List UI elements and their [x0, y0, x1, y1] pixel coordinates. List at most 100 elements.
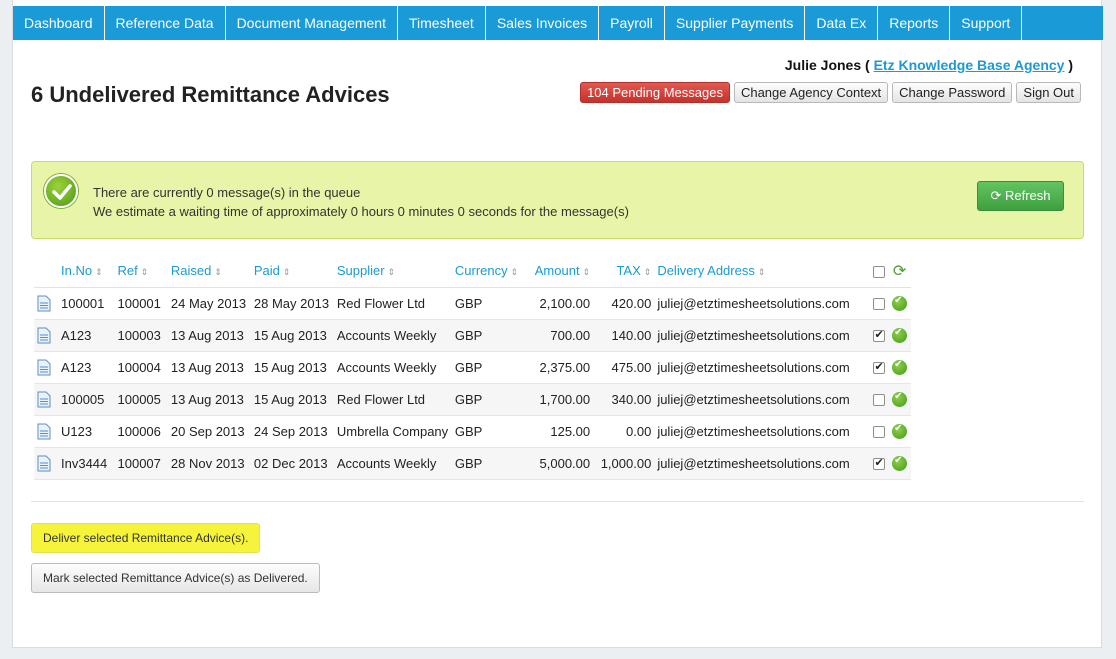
- nav-reference-data[interactable]: Reference Data: [105, 6, 226, 40]
- success-check-icon: [44, 174, 78, 208]
- page-container: Dashboard Reference Data Document Manage…: [12, 0, 1103, 648]
- document-icon[interactable]: [37, 423, 51, 440]
- header-actions: 104 Pending Messages Change Agency Conte…: [580, 82, 1081, 103]
- divider: [31, 501, 1084, 502]
- in-no-cell: A123: [58, 319, 115, 352]
- col-supplier[interactable]: Supplier ⇕: [333, 255, 452, 288]
- table-row: 100001 100001 24 May 2013 28 May 2013 Re…: [34, 287, 911, 320]
- tax-cell: 340.00: [593, 383, 655, 416]
- refresh-label: Refresh: [1005, 188, 1051, 203]
- currency-cell: GBP: [451, 383, 527, 416]
- col-tax[interactable]: TAX ⇕: [593, 255, 655, 288]
- in-no-cell: Inv3444: [58, 447, 115, 480]
- doc-cell: [34, 287, 58, 320]
- tax-cell: 475.00: [593, 351, 655, 384]
- table-header-row: In.No ⇕ Ref ⇕ Raised ⇕ Paid ⇕ Supplier ⇕ Curr…: [34, 255, 911, 288]
- select-cell: [868, 415, 889, 448]
- sign-out-button[interactable]: Sign Out: [1016, 82, 1081, 103]
- raised-cell: 20 Sep 2013: [167, 415, 251, 448]
- row-select-checkbox[interactable]: [872, 328, 885, 343]
- nav-timesheet[interactable]: Timesheet: [398, 6, 486, 40]
- document-icon[interactable]: [37, 391, 51, 408]
- nav-data-ex[interactable]: Data Ex: [805, 6, 879, 40]
- document-icon[interactable]: [37, 359, 51, 376]
- nav-reports[interactable]: Reports: [878, 6, 951, 40]
- paid-cell: 02 Dec 2013: [250, 447, 334, 480]
- mark-delivered-button[interactable]: Mark selected Remittance Advice(s) as De…: [31, 563, 320, 593]
- table-row: Inv3444 100007 28 Nov 2013 02 Dec 2013 A…: [34, 447, 911, 480]
- nav-payroll[interactable]: Payroll: [599, 6, 665, 40]
- select-all-checkbox-cell: [868, 255, 889, 288]
- delivered-check-icon: [892, 391, 908, 408]
- raised-cell: 13 Aug 2013: [167, 383, 251, 416]
- select-cell: [868, 351, 889, 384]
- col-raised[interactable]: Raised ⇕: [167, 255, 251, 288]
- status-cell: [888, 383, 911, 416]
- raised-cell: 13 Aug 2013: [167, 351, 251, 384]
- delivered-check-icon: [892, 423, 908, 440]
- queue-count-text: There are currently 0 message(s) in the …: [93, 185, 361, 200]
- status-cell: [888, 287, 911, 320]
- change-agency-context-button[interactable]: Change Agency Context: [733, 82, 889, 103]
- col-amount[interactable]: Amount ⇕: [526, 255, 594, 288]
- currency-cell: GBP: [451, 319, 527, 352]
- amount-cell: 125.00: [526, 415, 594, 448]
- queue-status-alert: There are currently 0 message(s) in the …: [31, 161, 1084, 239]
- queue-status-text: There are currently 0 message(s) in the …: [93, 183, 629, 221]
- row-select-checkbox[interactable]: [872, 426, 885, 439]
- amount-cell: 1,700.00: [526, 383, 594, 416]
- currency-cell: GBP: [451, 447, 527, 480]
- refresh-all-icon[interactable]: ⟳: [893, 261, 906, 280]
- row-select-checkbox[interactable]: [872, 456, 885, 471]
- amount-cell: 5,000.00: [526, 447, 594, 480]
- col-ref[interactable]: Ref ⇕: [114, 255, 168, 288]
- delivered-check-icon: [892, 295, 908, 312]
- ref-cell: 100006: [114, 415, 168, 448]
- nav-sales-invoices[interactable]: Sales Invoices: [486, 6, 600, 40]
- raised-cell: 24 May 2013: [167, 287, 251, 320]
- document-icon[interactable]: [37, 327, 51, 344]
- in-no-cell: U123: [58, 415, 115, 448]
- col-currency[interactable]: Currency ⇕: [451, 255, 527, 288]
- supplier-cell: Red Flower Ltd: [333, 287, 452, 320]
- nav-dashboard[interactable]: Dashboard: [13, 6, 105, 40]
- delivered-check-icon: [892, 359, 908, 376]
- nav-supplier-payments[interactable]: Supplier Payments: [665, 6, 806, 40]
- status-cell: [888, 415, 911, 448]
- row-select-checkbox[interactable]: [872, 298, 885, 311]
- col-in-no[interactable]: In.No ⇕: [58, 255, 115, 288]
- refresh-button[interactable]: ⟳ Refresh: [977, 181, 1064, 211]
- delivery-address-cell: juliej@etztimesheetsolutions.com: [654, 319, 869, 352]
- document-icon[interactable]: [37, 455, 51, 472]
- ref-cell: 100005: [114, 383, 168, 416]
- top-nav: Dashboard Reference Data Document Manage…: [13, 6, 1103, 40]
- ref-cell: 100001: [114, 287, 168, 320]
- tax-cell: 0.00: [593, 415, 655, 448]
- table-row: A123 100003 13 Aug 2013 15 Aug 2013 Acco…: [34, 319, 911, 352]
- nav-support[interactable]: Support: [950, 6, 1023, 40]
- col-icon: [34, 255, 58, 288]
- nav-document-management[interactable]: Document Management: [226, 6, 398, 40]
- pending-messages-button[interactable]: 104 Pending Messages: [580, 82, 730, 103]
- deliver-selected-button[interactable]: Deliver selected Remittance Advice(s).: [31, 523, 261, 553]
- delivery-address-cell: juliej@etztimesheetsolutions.com: [654, 383, 869, 416]
- doc-cell: [34, 415, 58, 448]
- col-paid[interactable]: Paid ⇕: [250, 255, 334, 288]
- tax-cell: 420.00: [593, 287, 655, 320]
- row-select-checkbox[interactable]: [872, 394, 885, 407]
- agency-link[interactable]: Etz Knowledge Base Agency: [874, 57, 1065, 73]
- ref-cell: 100003: [114, 319, 168, 352]
- paid-cell: 28 May 2013: [250, 287, 334, 320]
- change-password-button[interactable]: Change Password: [892, 82, 1013, 103]
- col-delivery-address[interactable]: Delivery Address ⇕: [654, 255, 869, 288]
- row-select-checkbox[interactable]: [872, 360, 885, 375]
- supplier-cell: Accounts Weekly: [333, 319, 452, 352]
- select-cell: [868, 447, 889, 480]
- document-icon[interactable]: [37, 295, 51, 312]
- select-all-checkbox[interactable]: [872, 265, 885, 278]
- status-cell: [888, 319, 911, 352]
- currency-cell: GBP: [451, 287, 527, 320]
- amount-cell: 700.00: [526, 319, 594, 352]
- raised-cell: 28 Nov 2013: [167, 447, 251, 480]
- ref-cell: 100004: [114, 351, 168, 384]
